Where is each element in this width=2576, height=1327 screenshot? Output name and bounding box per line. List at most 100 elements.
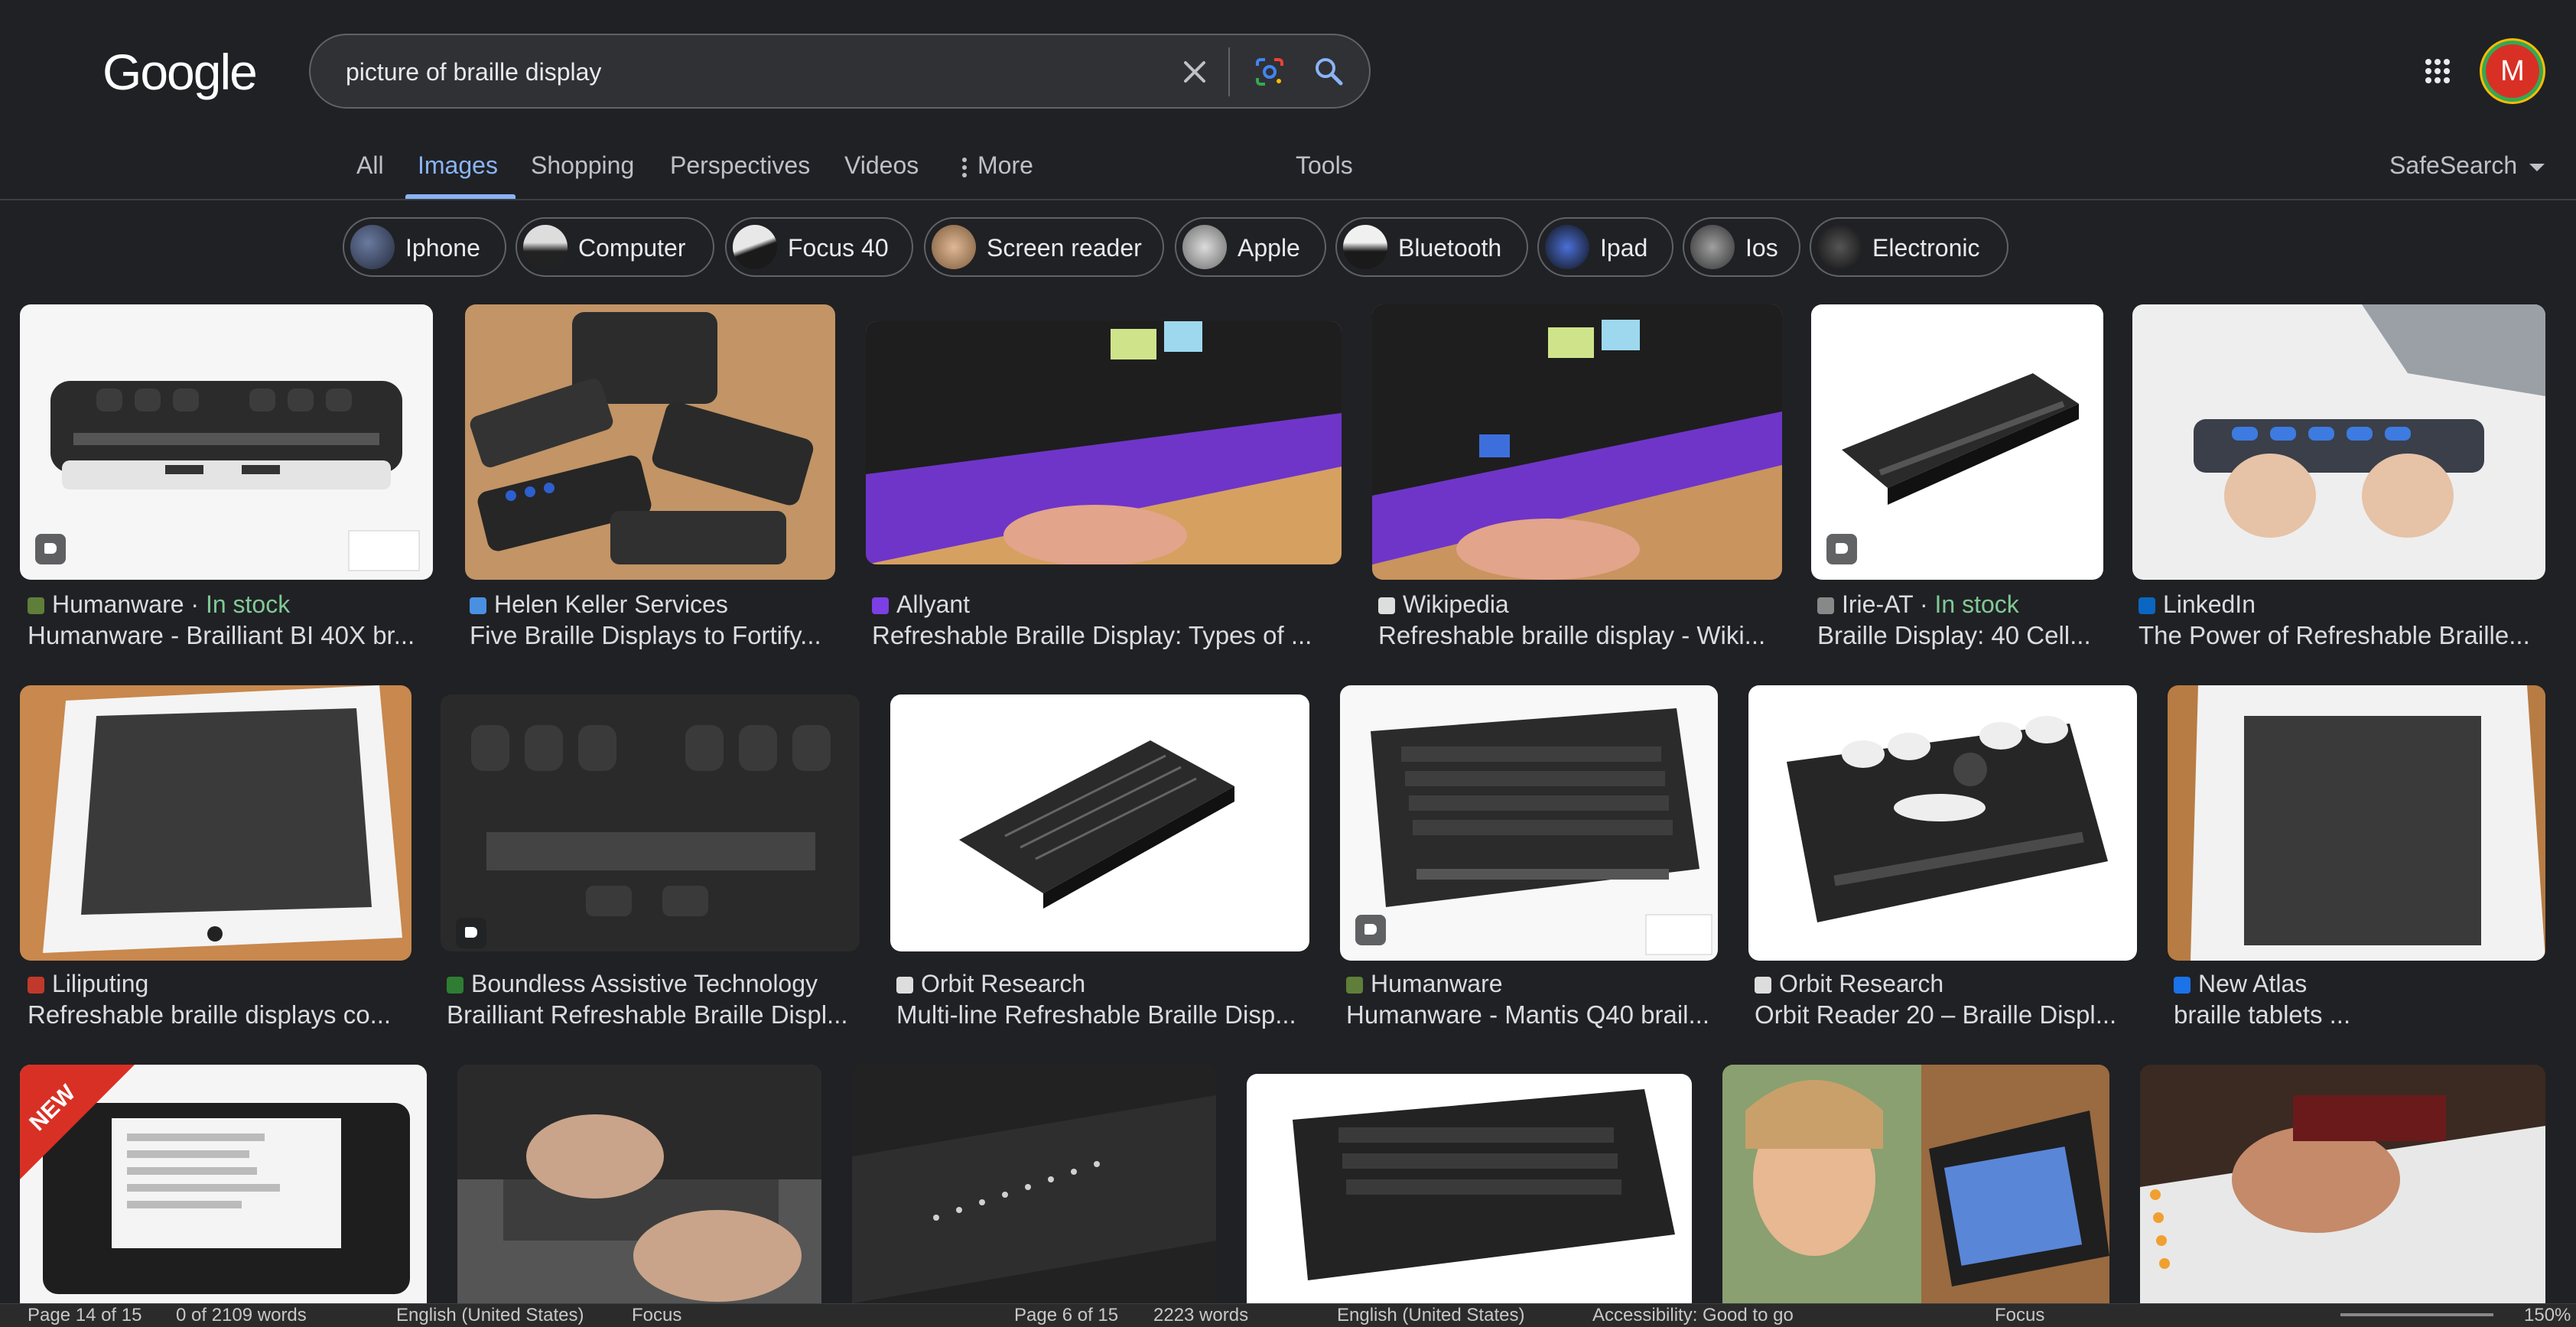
tab-videos[interactable]: Videos (844, 151, 919, 180)
favicon (470, 597, 486, 614)
product-tag-icon (1826, 534, 1857, 564)
result-title[interactable]: Humanware - Mantis Q40 brail... (1346, 1000, 1713, 1029)
search-icon[interactable] (1306, 49, 1352, 95)
result-thumbnail[interactable] (1722, 1065, 2109, 1303)
chip-label: Screen reader (987, 234, 1142, 262)
result-source[interactable]: Liliputing (28, 970, 148, 998)
result-thumbnail[interactable] (2132, 304, 2545, 580)
tab-shopping[interactable]: Shopping (531, 151, 634, 180)
result-thumbnail[interactable] (866, 321, 1342, 564)
result-source-name: Liliputing (52, 970, 149, 997)
zoom-slider[interactable] (2340, 1313, 2493, 1316)
status-bar: Page 14 of 15 0 of 2109 words English (U… (0, 1303, 2576, 1327)
clear-icon[interactable] (1172, 49, 1218, 95)
chip-iphone[interactable]: Iphone (343, 217, 506, 277)
chip-bluetooth[interactable]: Bluetooth (1335, 217, 1528, 277)
result-title[interactable]: Humanware - Brailliant BI 40X br... (28, 621, 425, 650)
result-title[interactable]: Refreshable Braille Display: Types of ..… (872, 621, 1331, 650)
tab-all[interactable]: All (356, 151, 384, 180)
chevron-down-icon (2529, 163, 2545, 171)
result-thumbnail[interactable] (20, 685, 411, 961)
status-page: Page 6 of 15 (1014, 1305, 1119, 1325)
search-divider (1228, 47, 1230, 96)
result-thumbnail[interactable] (890, 694, 1309, 951)
chip-ipad[interactable]: Ipad (1537, 217, 1673, 277)
result-title[interactable]: Braille Display: 40 Cell... (1817, 621, 2100, 650)
stock-status: In stock (205, 590, 291, 618)
status-words: 0 of 2109 words (176, 1305, 307, 1325)
chip-thumbnail (523, 225, 568, 269)
status-focus[interactable]: Focus (1995, 1305, 2044, 1326)
result-thumbnail[interactable] (441, 694, 860, 951)
result-source[interactable]: LinkedIn (2139, 590, 2256, 619)
safesearch-menu[interactable]: SafeSearch (2389, 151, 2545, 180)
result-source[interactable]: Boundless Assistive Technology (447, 970, 818, 998)
header-divider (0, 199, 2576, 200)
result-thumbnail[interactable] (1372, 304, 1782, 580)
chip-focus-40[interactable]: Focus 40 (725, 217, 913, 277)
result-thumbnail[interactable] (1748, 685, 2137, 961)
result-title[interactable]: Orbit Reader 20 – Braille Displ... (1755, 1000, 2129, 1029)
result-source[interactable]: Humanware · In stock (28, 590, 290, 619)
result-title[interactable]: Refreshable braille display - Wiki... (1378, 621, 1776, 650)
tab-perspectives[interactable]: Perspectives (670, 151, 810, 180)
chip-electronic[interactable]: Electronic (1810, 217, 2008, 277)
google-logo[interactable]: Google (102, 43, 258, 101)
favicon (2174, 977, 2191, 994)
tab-images[interactable]: Images (418, 151, 498, 180)
chip-thumbnail (1545, 225, 1589, 269)
account-avatar[interactable]: M (2486, 44, 2539, 98)
result-title[interactable]: Multi-line Refreshable Braille Disp... (896, 1000, 1309, 1029)
result-thumbnail[interactable] (1247, 1074, 1692, 1303)
result-source[interactable]: Allyant (872, 590, 970, 619)
result-title[interactable]: braille tablets ... (2174, 1000, 2541, 1029)
result-title[interactable]: Five Braille Displays to Fortify... (470, 621, 829, 650)
status-language[interactable]: English (United States) (1337, 1305, 1524, 1326)
tab-more[interactable]: More (962, 151, 1033, 181)
result-thumbnail[interactable] (852, 1065, 1216, 1303)
chip-thumbnail (1690, 225, 1735, 269)
result-thumbnail[interactable] (2168, 685, 2545, 961)
result-thumbnail[interactable] (20, 304, 433, 580)
result-thumbnail[interactable] (20, 1065, 427, 1303)
result-source[interactable]: Helen Keller Services (470, 590, 728, 619)
search-input[interactable]: picture of braille display (346, 58, 601, 86)
tools-button[interactable]: Tools (1296, 151, 1353, 180)
status-words: 2223 words (1153, 1305, 1249, 1325)
result-source[interactable]: Humanware (1346, 970, 1503, 998)
apps-grid-icon[interactable] (2425, 58, 2451, 84)
favicon (896, 977, 913, 994)
result-title[interactable]: Refreshable braille displays co... (28, 1000, 410, 1029)
safesearch-label: SafeSearch (2389, 151, 2518, 179)
result-source[interactable]: New Atlas (2174, 970, 2307, 998)
chip-thumbnail (1343, 225, 1387, 269)
chip-ios[interactable]: Ios (1683, 217, 1800, 277)
result-source[interactable]: Irie-AT · In stock (1817, 590, 2019, 619)
product-tag-icon (35, 534, 66, 564)
result-source[interactable]: Orbit Research (1755, 970, 1943, 998)
status-zoom[interactable]: 150% (2524, 1305, 2571, 1326)
chip-label: Electronic (1872, 234, 1980, 262)
result-source[interactable]: Wikipedia (1378, 590, 1509, 619)
result-thumbnail[interactable] (457, 1065, 821, 1303)
chip-computer[interactable]: Computer (516, 217, 714, 277)
search-box[interactable]: picture of braille display (309, 34, 1371, 109)
result-title[interactable]: Brailliant Refreshable Braille Displ... (447, 1000, 860, 1029)
google-lens-icon[interactable] (1247, 49, 1293, 95)
status-focus[interactable]: Focus (632, 1305, 681, 1326)
chip-screen-reader[interactable]: Screen reader (924, 217, 1164, 277)
result-source-name: Irie-AT (1842, 590, 1914, 618)
result-source[interactable]: Orbit Research (896, 970, 1085, 998)
result-title[interactable]: The Power of Refreshable Braille... (2139, 621, 2547, 650)
result-thumbnail[interactable] (2140, 1065, 2545, 1303)
favicon (1346, 977, 1363, 994)
result-source-name: Humanware (1371, 970, 1503, 997)
status-accessibility[interactable]: Accessibility: Good to go (1592, 1305, 1794, 1326)
chip-thumbnail (733, 225, 777, 269)
chip-apple[interactable]: Apple (1175, 217, 1326, 277)
result-thumbnail[interactable] (1340, 685, 1718, 961)
result-thumbnail[interactable] (465, 304, 835, 580)
favicon (28, 597, 44, 614)
chip-thumbnail (932, 225, 976, 269)
status-language[interactable]: English (United States) (396, 1305, 584, 1326)
